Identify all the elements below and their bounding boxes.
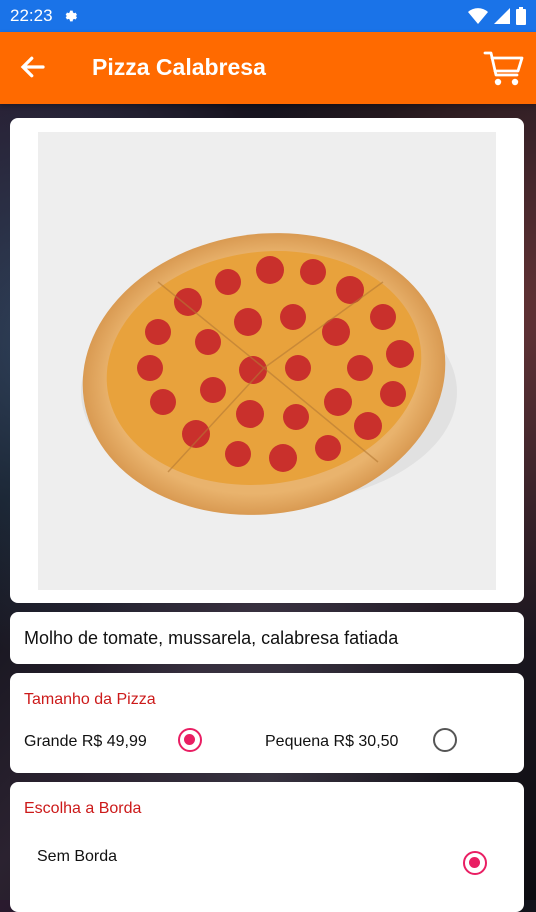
signal-icon: [494, 8, 510, 24]
back-arrow-icon[interactable]: [18, 52, 48, 82]
border-option-none-label[interactable]: Sem Borda: [37, 848, 117, 866]
pizza-photo: [38, 132, 496, 590]
page-title: Pizza Calabresa: [92, 54, 266, 80]
settings-gear-icon: [65, 10, 77, 22]
app-bar: Pizza Calabresa: [0, 32, 536, 104]
wifi-icon: [468, 8, 488, 24]
border-selection-card: Escolha a Borda Sem Borda: [10, 782, 524, 912]
product-image-card: [10, 118, 524, 603]
border-option-none-radio[interactable]: [463, 851, 487, 875]
description-card: Molho de tomate, mussarela, calabresa fa…: [10, 612, 524, 664]
size-option-small-radio[interactable]: [433, 728, 457, 752]
size-section-title: Tamanho da Pizza: [24, 691, 156, 708]
size-option-large-radio[interactable]: [178, 728, 202, 752]
size-option-large-label[interactable]: Grande R$ 49,99: [24, 733, 147, 751]
status-icons: [468, 7, 526, 25]
battery-icon: [516, 7, 526, 25]
pizza-image: [81, 233, 457, 515]
shopping-cart-icon[interactable]: [482, 46, 526, 90]
status-bar: 22:23: [0, 0, 536, 32]
size-selection-card: Tamanho da Pizza Grande R$ 49,99 Pequena…: [10, 673, 524, 773]
size-option-small-label[interactable]: Pequena R$ 30,50: [265, 733, 398, 751]
product-description: Molho de tomate, mussarela, calabresa fa…: [24, 628, 399, 648]
border-section-title: Escolha a Borda: [24, 800, 142, 817]
status-time: 22:23: [10, 6, 53, 25]
